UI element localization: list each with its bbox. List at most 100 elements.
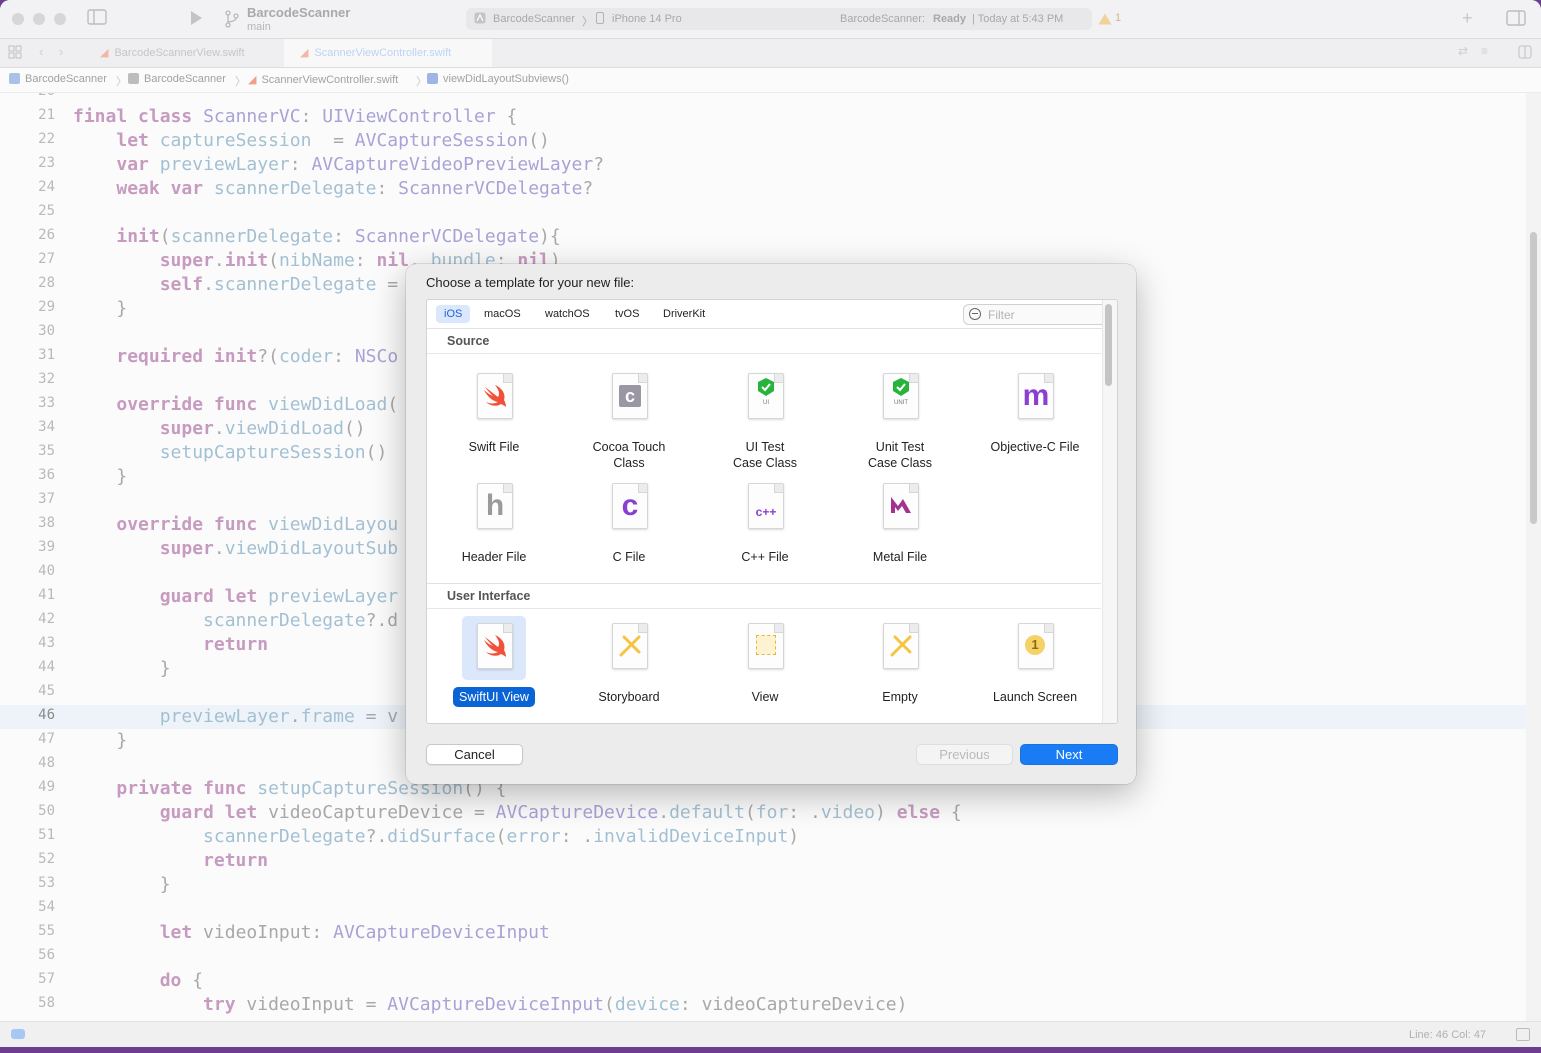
tab-ios[interactable]: iOS bbox=[436, 305, 471, 323]
tab-watchos[interactable]: watchOS bbox=[537, 305, 598, 323]
tab-driverkit[interactable]: DriverKit bbox=[655, 305, 713, 323]
tab-scanner-view-controller[interactable]: ◢ ScannerViewController.swift bbox=[284, 39, 492, 67]
code-line[interactable]: 24 weak var scannerDelegate: ScannerVCDe… bbox=[0, 177, 1526, 201]
debug-area-toggle-icon[interactable] bbox=[11, 1029, 25, 1039]
breadcrumb-file[interactable]: ◢ ScannerViewController.swift bbox=[248, 73, 398, 86]
template-metal-file[interactable]: Metal File bbox=[835, 476, 965, 566]
template-c-file[interactable]: c C File bbox=[564, 476, 694, 566]
template-storyboard[interactable]: Storyboard bbox=[564, 616, 694, 712]
zoom-window-button[interactable] bbox=[54, 13, 66, 25]
line-number: 34 bbox=[38, 419, 55, 435]
split-editor-icon[interactable] bbox=[1518, 45, 1532, 63]
run-icon[interactable] bbox=[188, 10, 204, 30]
line-number: 51 bbox=[38, 827, 55, 843]
code-line[interactable]: 53 } bbox=[0, 873, 1526, 897]
class-glyph: c bbox=[619, 385, 641, 407]
line-number: 21 bbox=[38, 107, 55, 123]
view-glyph bbox=[756, 635, 776, 655]
code-line[interactable]: 25 bbox=[0, 201, 1526, 225]
back-icon[interactable]: ‹ bbox=[39, 44, 43, 59]
platform-tabs: iOS macOS watchOS tvOS DriverKit bbox=[427, 300, 1117, 329]
code-line[interactable]: 51 scannerDelegate?.didSurface(error: .i… bbox=[0, 825, 1526, 849]
code-line[interactable]: 54 bbox=[0, 897, 1526, 921]
next-button[interactable]: Next bbox=[1020, 744, 1118, 765]
code-line[interactable]: 22 let captureSession = AVCaptureSession… bbox=[0, 129, 1526, 153]
template-scroll-thumb[interactable] bbox=[1105, 304, 1112, 386]
template-icon-wrap bbox=[462, 366, 526, 430]
code-line[interactable]: 26 init(scannerDelegate: ScannerVCDelega… bbox=[0, 225, 1526, 249]
minimize-window-button[interactable] bbox=[33, 13, 45, 25]
code-line[interactable]: 57 do { bbox=[0, 969, 1526, 993]
code-text: } bbox=[73, 730, 128, 751]
editor-options-icon[interactable]: ≡ bbox=[1481, 44, 1488, 58]
template-swift-file[interactable]: Swift File bbox=[429, 366, 559, 466]
template-ui-test-case-class[interactable]: UI UI Test Case Class bbox=[700, 366, 830, 470]
cancel-button[interactable]: Cancel bbox=[426, 744, 523, 765]
breadcrumb-method[interactable]: viewDidLayoutSubviews() bbox=[427, 73, 569, 85]
template-empty[interactable]: Empty bbox=[835, 616, 965, 712]
template-objective-c-file[interactable]: m Objective-C File bbox=[970, 366, 1100, 466]
code-text: } bbox=[73, 466, 128, 487]
cursor-position: Line: 46 Col: 47 bbox=[1409, 1029, 1487, 1041]
scheme-selector[interactable]: BarcodeScanner bbox=[493, 13, 575, 25]
previous-button[interactable]: Previous bbox=[916, 744, 1013, 765]
swift-icon bbox=[477, 373, 513, 419]
code-line[interactable]: 58 try videoInput = AVCaptureDeviceInput… bbox=[0, 993, 1526, 1017]
code-line[interactable]: 21 final class ScannerVC: UIViewControlle… bbox=[0, 105, 1526, 129]
template-label: C++ File bbox=[741, 550, 789, 564]
editor-scroll-thumb[interactable] bbox=[1530, 232, 1537, 524]
template-view[interactable]: View bbox=[700, 616, 830, 712]
activity-time: | Today at 5:43 PM bbox=[972, 13, 1064, 25]
tab-macos[interactable]: macOS bbox=[476, 305, 529, 323]
breadcrumb-project[interactable]: BarcodeScanner bbox=[9, 73, 107, 85]
template-cocoa-touch-class[interactable]: c Cocoa Touch Class bbox=[564, 366, 694, 470]
device-selector[interactable]: iPhone 14 Pro bbox=[612, 13, 682, 25]
code-text: let videoInput: AVCaptureDeviceInput bbox=[159, 922, 550, 943]
code-line[interactable]: 50 guard let videoCaptureDevice = AVCapt… bbox=[0, 801, 1526, 825]
chevron-right-icon: 〉 bbox=[416, 76, 427, 88]
code-line[interactable]: 52 return bbox=[0, 849, 1526, 873]
warning-icon[interactable] bbox=[1098, 12, 1112, 29]
app-icon bbox=[474, 12, 486, 27]
close-window-button[interactable] bbox=[12, 13, 24, 25]
navigator-toggle-icon[interactable] bbox=[87, 9, 107, 29]
tab-bar: ‹ › ◢ BarcodeScannerView.swift ◢ ScannerVi… bbox=[0, 39, 1541, 68]
filter-input[interactable] bbox=[986, 306, 1110, 324]
code-text: init(scannerDelegate: ScannerVCDelegate)… bbox=[116, 226, 561, 247]
code-line[interactable]: 20 bbox=[0, 93, 1526, 105]
panel-toggle-icon[interactable] bbox=[1516, 1028, 1530, 1041]
code-line[interactable]: 55 let videoInput: AVCaptureDeviceInput bbox=[0, 921, 1526, 945]
inspector-toggle-icon[interactable] bbox=[1506, 10, 1526, 30]
forward-icon[interactable]: › bbox=[59, 44, 63, 59]
template-swiftui-view[interactable]: SwiftUI View bbox=[429, 616, 559, 712]
breadcrumb-folder[interactable]: BarcodeScanner bbox=[128, 73, 226, 85]
tab-barcode-scanner-view[interactable]: ◢ BarcodeScannerView.swift bbox=[84, 39, 280, 67]
template-header-file[interactable]: h Header File bbox=[429, 476, 559, 566]
code-text: guard let previewLayer bbox=[159, 586, 399, 607]
code-text: override func viewDidLoad( bbox=[116, 394, 399, 415]
view-icon bbox=[748, 623, 784, 669]
empty-icon bbox=[883, 623, 919, 669]
ui-test-icon: UI bbox=[748, 373, 784, 419]
code-line[interactable]: 23 var previewLayer: AVCaptureVideoPrevi… bbox=[0, 153, 1526, 177]
breadcrumb-label: ScannerViewController.swift bbox=[261, 74, 399, 86]
code-line[interactable]: 56 bbox=[0, 945, 1526, 969]
code-text: } bbox=[73, 874, 171, 895]
line-number: 46 bbox=[38, 707, 55, 723]
code-text: do { bbox=[159, 970, 204, 991]
tab-tvos[interactable]: tvOS bbox=[607, 305, 647, 323]
activity-project: BarcodeScanner: bbox=[840, 13, 925, 25]
line-number: 43 bbox=[38, 635, 55, 651]
grid-icon[interactable] bbox=[8, 45, 22, 63]
template-launch-screen[interactable]: 1 Launch Screen bbox=[970, 616, 1100, 712]
code-text: return bbox=[203, 850, 269, 871]
chevron-right-icon: 〉 bbox=[116, 76, 127, 88]
template-unit-test-case-class[interactable]: UNIT Unit Test Case Class bbox=[835, 366, 965, 470]
related-items-icon[interactable]: ⇄ bbox=[1458, 44, 1468, 58]
template-icon-wrap: c bbox=[597, 366, 661, 430]
breadcrumb: BarcodeScanner 〉 BarcodeScanner 〉 ◢ Scann… bbox=[0, 68, 1541, 93]
template-cpp-file[interactable]: c++ C++ File bbox=[700, 476, 830, 566]
branch-name: main bbox=[247, 21, 271, 33]
ui-glyph: UI bbox=[763, 400, 769, 406]
add-icon[interactable]: + bbox=[1462, 8, 1473, 29]
